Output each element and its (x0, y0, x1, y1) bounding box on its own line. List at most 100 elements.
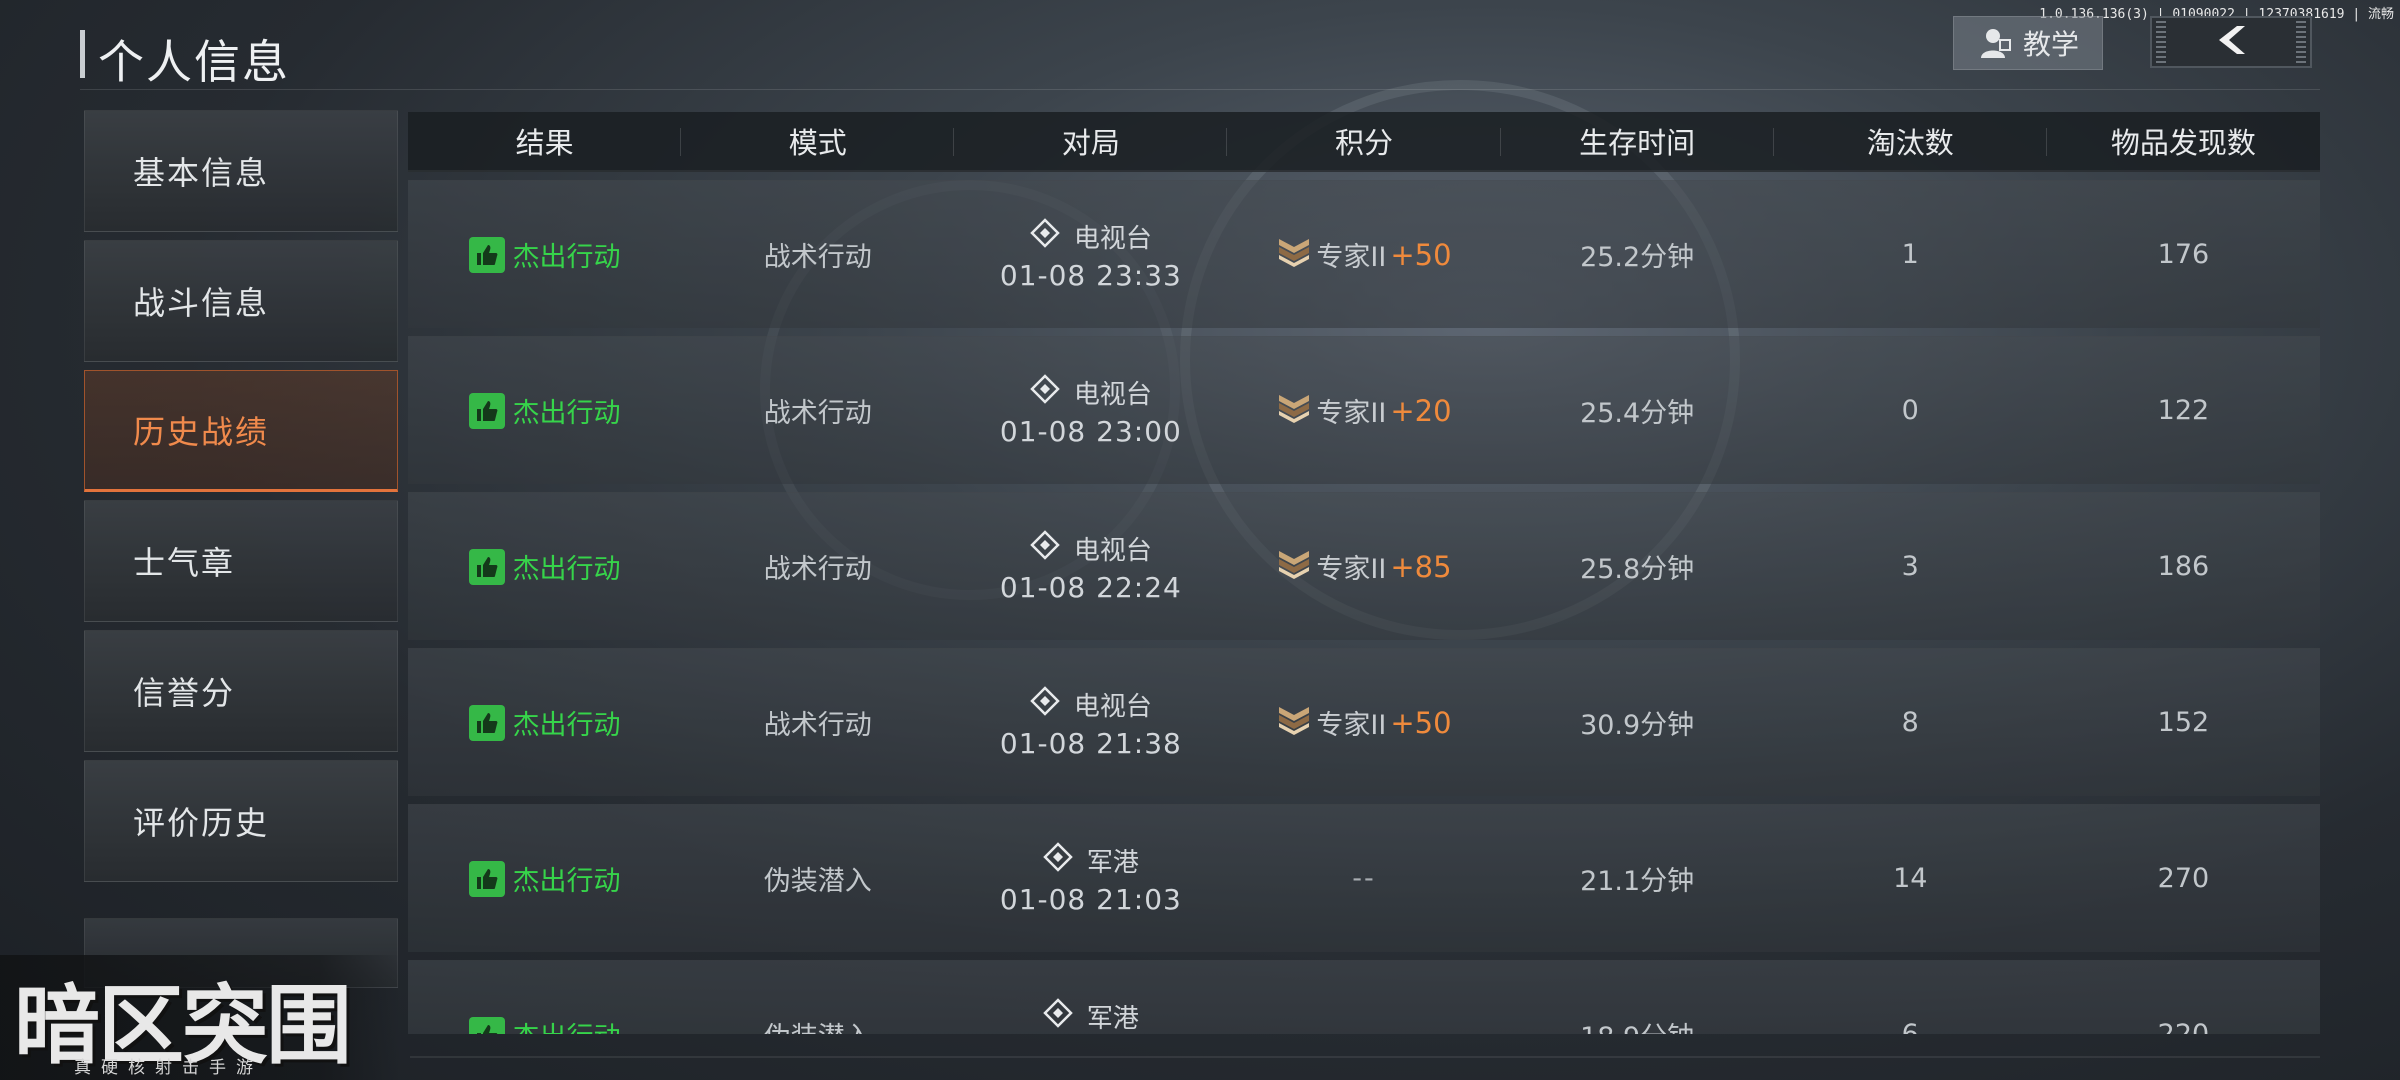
kills-cell: 1 (1901, 239, 1919, 270)
result-label: 杰出行动 (512, 242, 621, 273)
column-header-items: 物品发现数 (2110, 126, 2256, 160)
thumbs-up-icon (468, 548, 505, 585)
score-cell: 专家II +85 (1227, 493, 1500, 640)
page-title: 个人信息 (98, 35, 290, 89)
match-time: 01-08 23:33 (999, 258, 1182, 292)
thumbs-up-icon (468, 860, 505, 897)
rank-name: 专家II (1316, 242, 1387, 273)
table-row[interactable]: 杰出行动 战术行动 电视台 01-08 23:33 专家II +50 25.2分… (408, 180, 2320, 328)
sidebar-item-basic-info[interactable]: 基本信息 (84, 110, 398, 232)
map-name: 军港 (1086, 1003, 1139, 1034)
items-found-cell: 270 (2157, 863, 2210, 894)
table-header: 结果 模式 对局 积分 生存时间 淘汰数 物品发现数 (408, 112, 2320, 172)
map-name: 电视台 (1073, 379, 1152, 410)
map-name: 电视台 (1073, 223, 1152, 254)
survival-time-cell: 25.8分钟 (1580, 554, 1695, 585)
score-cell: 专家II +20 (1227, 337, 1500, 484)
rank-badge-icon (1276, 701, 1312, 744)
result-cell: 杰出行动 (408, 181, 681, 328)
map-diamond-icon (1043, 841, 1073, 879)
rank-name: 专家II (1316, 554, 1387, 585)
items-found-cell: 186 (2157, 551, 2210, 582)
score-delta: +50 (1390, 705, 1452, 740)
score-cell: -- (1227, 961, 1500, 1034)
mode-cell: 伪装潜入 (681, 961, 954, 1034)
sidebar-item-label: 战斗信息 (133, 284, 270, 322)
table-row[interactable]: 杰出行动 战术行动 电视台 01-08 22:24 专家II +85 25.8分… (408, 492, 2320, 640)
sidebar-item-review-history[interactable]: 评价历史 (84, 760, 398, 882)
kills-cell: 0 (1901, 395, 1919, 426)
match-time: 01-08 21:38 (999, 726, 1182, 760)
result-label: 杰出行动 (512, 554, 621, 585)
map-name: 电视台 (1073, 691, 1152, 722)
result-label: 杰出行动 (512, 398, 621, 429)
map-name: 军港 (1086, 847, 1139, 878)
survival-time-cell: 21.1分钟 (1580, 866, 1695, 897)
column-header-survival: 生存时间 (1501, 112, 1774, 170)
rank-badge-icon (1276, 233, 1312, 276)
survival-time-cell: 18.9分钟 (1501, 961, 1774, 1034)
sidebar-item-morale-badge[interactable]: 士气章 (84, 500, 398, 622)
map-diamond-icon (1043, 997, 1073, 1035)
sidebar-item-combat-info[interactable]: 战斗信息 (84, 240, 398, 362)
match-cell: 电视台 01-08 21:38 (954, 649, 1227, 796)
survival-time-cell: 25.2分钟 (1580, 242, 1695, 273)
items-found-cell: 176 (2157, 239, 2210, 270)
column-header-mode: 模式 (681, 112, 955, 170)
table-row[interactable]: 杰出行动 伪装潜入 军港 01-08 21:03 -- 21.1分钟 14 27… (408, 804, 2320, 952)
table-row[interactable]: 杰出行动 战术行动 电视台 01-08 21:38 专家II +50 30.9分… (408, 648, 2320, 796)
column-header-kills: 淘汰数 (1774, 112, 2047, 170)
title-accent-bar (80, 30, 85, 78)
column-header-result: 结果 (408, 112, 682, 170)
back-button[interactable] (2150, 16, 2312, 68)
match-cell: 电视台 01-08 22:24 (954, 493, 1227, 640)
table-row[interactable]: 杰出行动 战术行动 电视台 01-08 23:00 专家II +20 25.4分… (408, 336, 2320, 484)
result-label: 杰出行动 (513, 1015, 621, 1034)
divider (410, 1056, 2320, 1058)
table-row[interactable]: 杰出行动 伪装潜入 军港 01-08 20:42 -- 18.9分钟 6 220 (408, 960, 2320, 1034)
thumbs-up-icon (468, 704, 505, 741)
mode-cell: 战术行动 (763, 710, 872, 741)
kills-cell: 14 (1893, 863, 1928, 894)
score-cell: 专家II +50 (1227, 649, 1500, 796)
mode-cell: 战术行动 (763, 242, 872, 273)
match-cell: 电视台 01-08 23:00 (954, 337, 1227, 484)
map-diamond-icon (1030, 529, 1060, 567)
result-cell: 杰出行动 (408, 493, 681, 640)
rank-badge-icon (1276, 389, 1312, 432)
match-cell: 军港 01-08 20:42 (954, 961, 1227, 1034)
column-header-score: 积分 (1227, 112, 1501, 170)
sidebar-item-label: 历史战绩 (133, 413, 270, 451)
mode-cell: 战术行动 (763, 554, 872, 585)
sidebar-item-label: 士气章 (133, 544, 236, 582)
mode-cell: 伪装潜入 (763, 866, 872, 897)
thumbs-up-icon (468, 1016, 505, 1034)
score-delta: +85 (1390, 549, 1452, 584)
match-time: 01-08 22:24 (999, 570, 1182, 604)
sidebar: 基本信息 战斗信息 历史战绩 士气章 信誉分 评价历史 (84, 110, 398, 988)
score-delta: +50 (1390, 237, 1452, 272)
result-cell: 杰出行动 (408, 337, 681, 484)
score-cell: -- (1227, 805, 1500, 952)
sidebar-item-match-history[interactable]: 历史战绩 (84, 370, 398, 492)
map-diamond-icon (1030, 373, 1060, 411)
sidebar-item-credit-score[interactable]: 信誉分 (84, 630, 398, 752)
kills-cell: 6 (1774, 961, 2047, 1034)
items-found-cell: 152 (2157, 707, 2210, 738)
rank-name: 专家II (1316, 710, 1387, 741)
map-diamond-icon (1030, 217, 1060, 255)
rank-badge-icon (1276, 545, 1312, 588)
kills-cell: 3 (1901, 551, 1919, 582)
match-cell: 军港 01-08 21:03 (954, 805, 1227, 952)
result-cell: 杰出行动 (408, 649, 681, 796)
match-history-table[interactable]: 结果 模式 对局 积分 生存时间 淘汰数 物品发现数 杰出行动 战术行动 电视台… (408, 112, 2320, 1034)
map-diamond-icon (1030, 685, 1060, 723)
teach-button[interactable]: 教学 (1953, 16, 2103, 70)
sidebar-item-label: 基本信息 (133, 154, 270, 192)
items-found-cell: 122 (2157, 395, 2210, 426)
score-empty: -- (1352, 1019, 1376, 1034)
score-delta: +20 (1390, 393, 1452, 428)
match-cell: 电视台 01-08 23:33 (954, 181, 1227, 328)
instructor-icon (1977, 25, 2013, 61)
map-name: 电视台 (1073, 535, 1152, 566)
